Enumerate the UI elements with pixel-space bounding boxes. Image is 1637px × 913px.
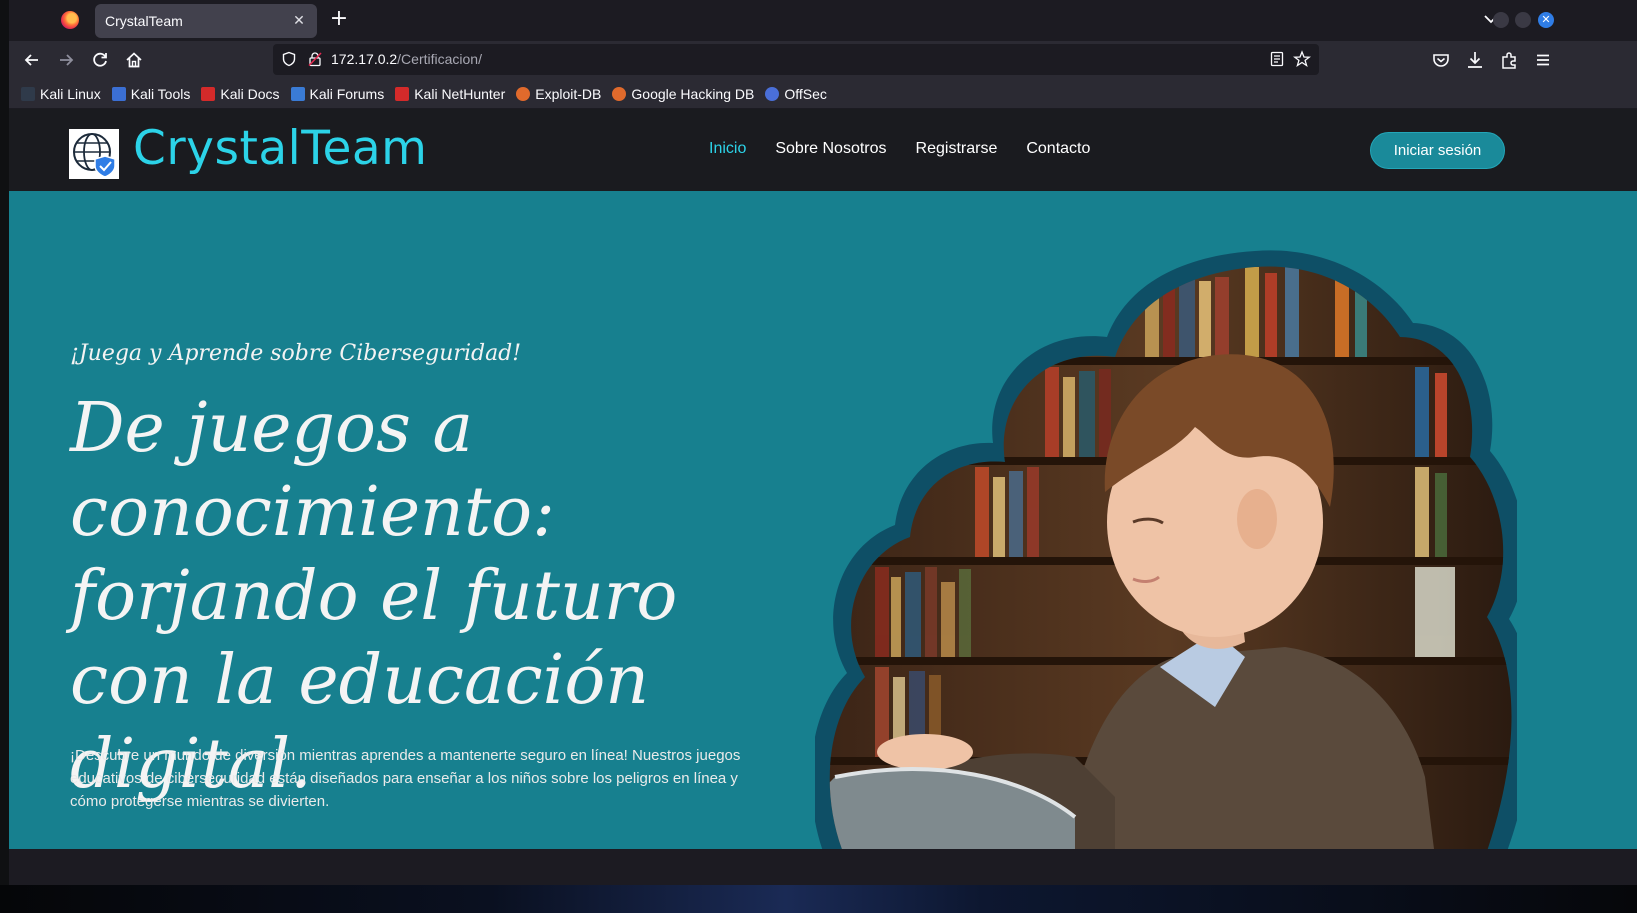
bookmark-kali-nethunter[interactable]: Kali NetHunter xyxy=(395,86,505,102)
nav-link-sobre-nosotros[interactable]: Sobre Nosotros xyxy=(775,140,886,158)
bookmark-label: Kali Docs xyxy=(220,85,280,102)
new-tab-button[interactable]: + xyxy=(327,8,351,30)
bookmark-label: OffSec xyxy=(784,85,827,102)
insecure-lock-icon[interactable] xyxy=(307,51,323,67)
page-viewport: CrystalTeam Inicio Sobre Nosotros Regist… xyxy=(9,109,1637,849)
offsec-icon xyxy=(765,86,780,101)
hero-description: ¡Descubre un mundo de diversión mientras… xyxy=(70,747,741,810)
navigation-toolbar: 172.17.0.2/Certificacion/ xyxy=(9,41,1637,79)
tracking-shield-icon[interactable] xyxy=(281,51,297,67)
hero-section: ¡Juega y Aprende sobre Ciberseguridad! D… xyxy=(9,191,1637,849)
kali-forums-icon xyxy=(290,86,305,101)
bookmark-kali-docs[interactable]: Kali Docs xyxy=(201,85,280,102)
bookmark-label: Kali Tools xyxy=(130,85,191,102)
site-header: CrystalTeam Inicio Sobre Nosotros Regist… xyxy=(9,109,1637,191)
nav-link-registrarse[interactable]: Registrarse xyxy=(916,140,998,158)
url-path: /Certificacion/ xyxy=(397,51,482,67)
kali-tools-icon xyxy=(111,86,126,101)
close-window-button[interactable]: ✕ xyxy=(1538,12,1554,28)
hero-image-boy-reading xyxy=(815,250,1517,849)
downloads-icon[interactable] xyxy=(1464,49,1486,71)
hero-eyebrow: ¡Juega y Aprende sobre Ciberseguridad! xyxy=(70,341,522,366)
reload-icon[interactable] xyxy=(89,49,111,71)
site-brand[interactable]: CrystalTeam xyxy=(133,121,427,176)
browser-window: CrystalTeam ✕ + ✕ 172.17.0.2/Certificaci… xyxy=(9,0,1637,885)
bookmark-offsec[interactable]: OffSec xyxy=(765,86,827,102)
kali-docs-icon xyxy=(201,86,216,101)
bookmark-star-icon[interactable] xyxy=(1293,50,1311,68)
desktop-background-left xyxy=(0,0,9,913)
bookmark-kali-tools[interactable]: Kali Tools xyxy=(111,85,191,102)
pocket-icon[interactable] xyxy=(1430,49,1452,71)
login-button[interactable]: Iniciar sesión xyxy=(1370,132,1505,169)
tab-title: CrystalTeam xyxy=(105,13,183,29)
menu-hamburger-icon[interactable] xyxy=(1532,49,1554,71)
bookmark-exploit-db[interactable]: Exploit-DB xyxy=(516,86,601,102)
bookmark-label: Google Hacking DB xyxy=(631,85,755,102)
bookmark-label: Kali NetHunter xyxy=(414,85,506,102)
ghdb-icon xyxy=(612,86,627,101)
firefox-icon[interactable] xyxy=(61,11,79,29)
url-host: 172.17.0.2 xyxy=(331,51,398,67)
kali-dragon-icon xyxy=(21,86,35,101)
nav-link-contacto[interactable]: Contacto xyxy=(1026,140,1090,158)
reader-view-icon[interactable] xyxy=(1269,51,1285,67)
bookmarks-toolbar: Kali Linux Kali Tools Kali Docs Kali For… xyxy=(9,79,1637,108)
bookmark-google-hacking-db[interactable]: Google Hacking DB xyxy=(612,86,754,102)
home-icon[interactable] xyxy=(123,49,145,71)
bookmark-kali-forums[interactable]: Kali Forums xyxy=(290,85,385,102)
bookmark-label: Kali Linux xyxy=(40,85,101,102)
bookmark-kali-linux[interactable]: Kali Linux xyxy=(21,86,101,102)
bookmark-label: Kali Forums xyxy=(309,85,385,102)
nav-link-inicio[interactable]: Inicio xyxy=(709,140,746,158)
nethunter-icon xyxy=(395,86,410,101)
exploit-db-icon xyxy=(516,86,531,101)
close-tab-icon[interactable]: ✕ xyxy=(291,13,307,29)
globe-shield-logo-icon[interactable] xyxy=(69,129,119,179)
extensions-icon[interactable] xyxy=(1498,49,1520,71)
tab-active[interactable]: CrystalTeam ✕ xyxy=(95,4,317,38)
url-text[interactable]: 172.17.0.2/Certificacion/ xyxy=(331,51,482,67)
desktop-wallpaper xyxy=(0,885,1637,913)
back-arrow-icon[interactable] xyxy=(21,49,43,71)
address-bar[interactable]: 172.17.0.2/Certificacion/ xyxy=(273,44,1319,75)
minimize-button[interactable] xyxy=(1493,12,1509,28)
tab-strip: CrystalTeam ✕ + ✕ xyxy=(9,0,1637,41)
site-nav: Inicio Sobre Nosotros Registrarse Contac… xyxy=(709,140,1090,158)
maximize-button[interactable] xyxy=(1515,12,1531,28)
bookmark-label: Exploit-DB xyxy=(535,85,602,102)
forward-arrow-icon[interactable] xyxy=(55,49,77,71)
